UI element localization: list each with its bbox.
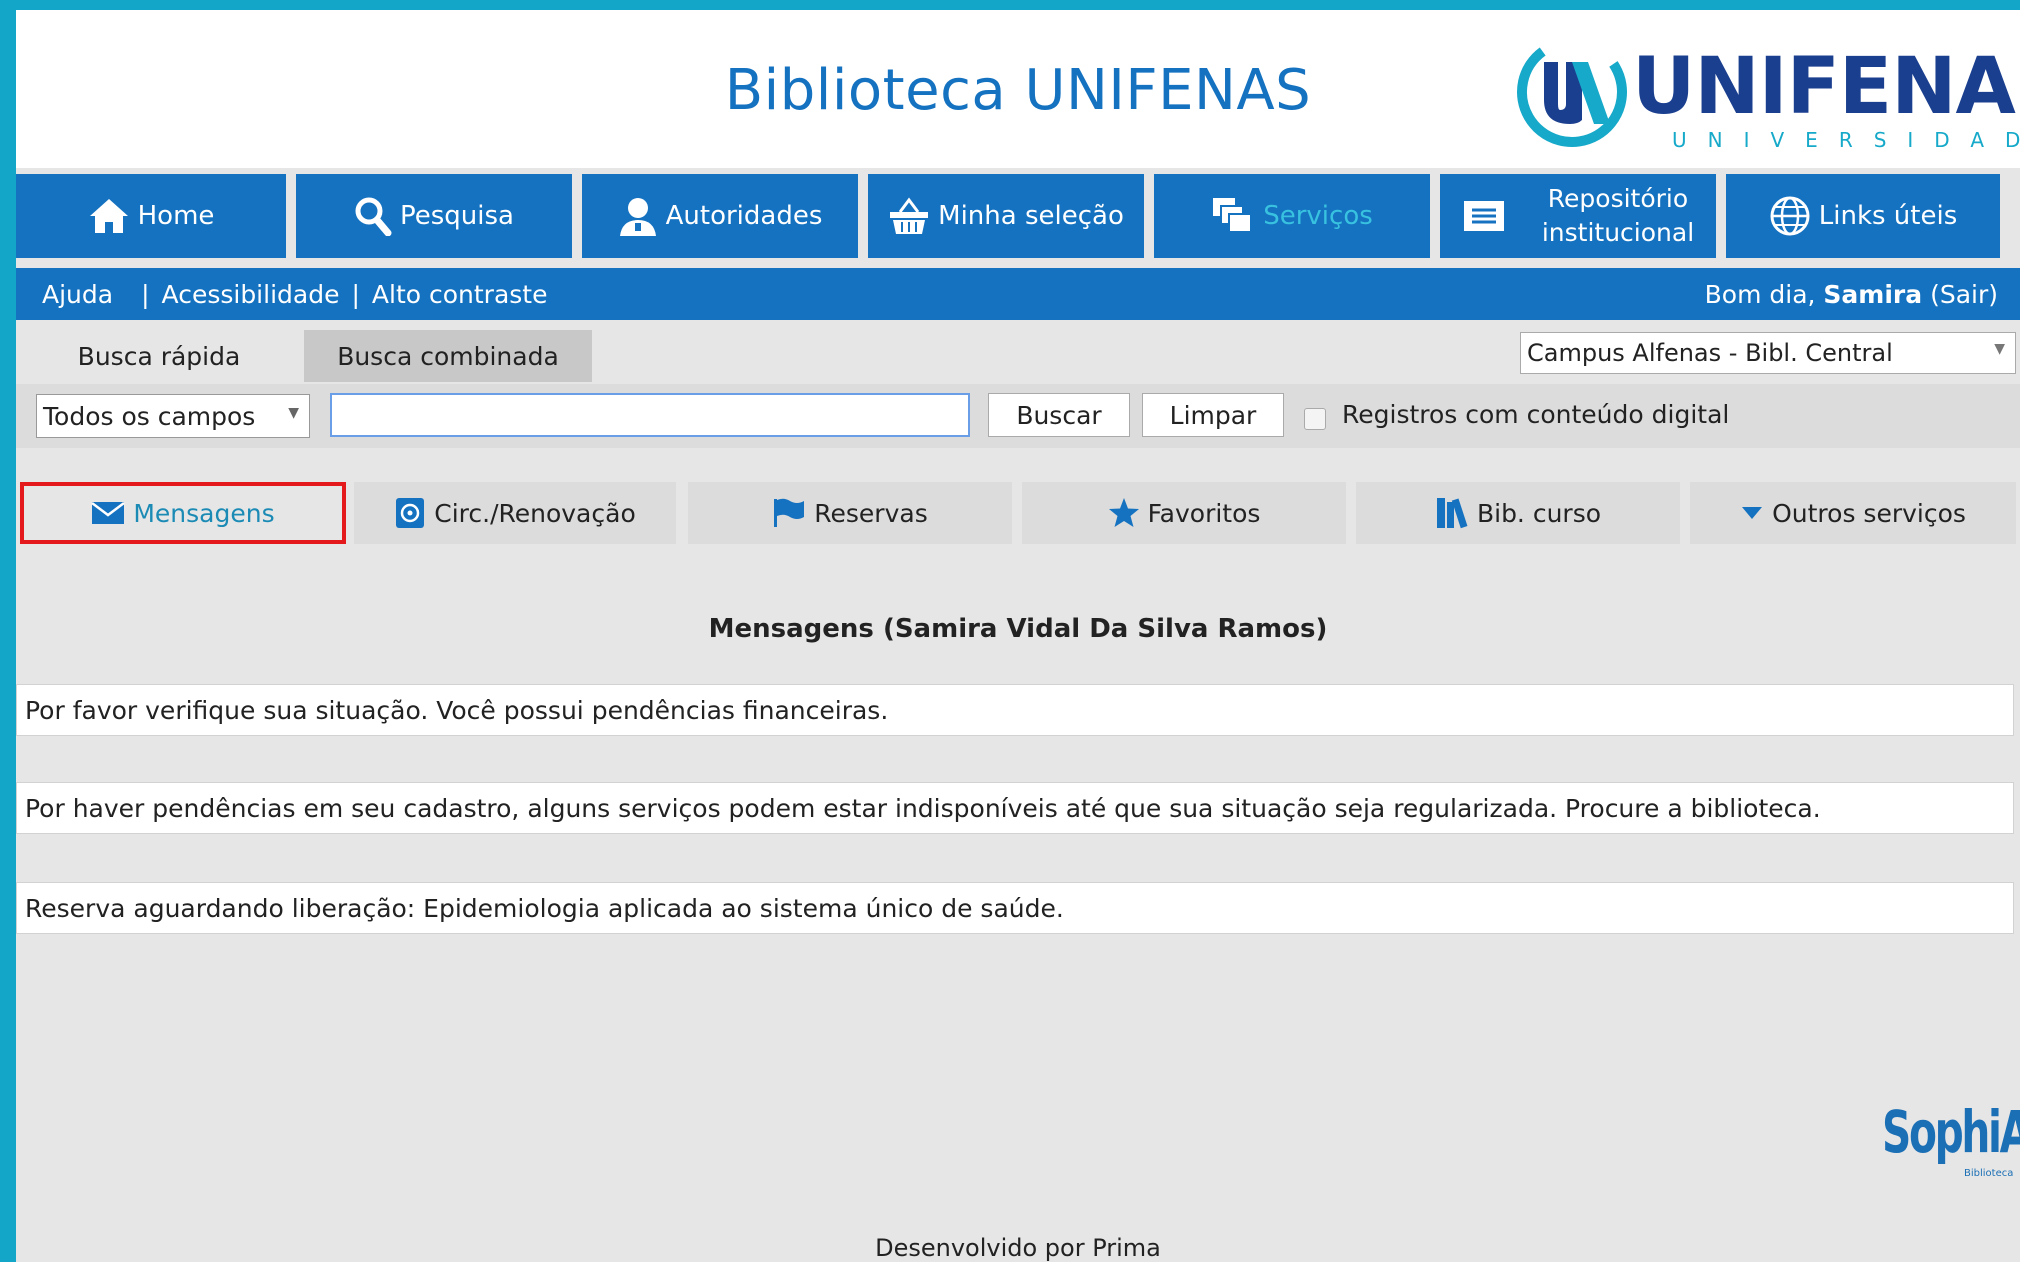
- basket-icon: [890, 197, 929, 234]
- nav-my-selection-label: Minha seleção: [938, 201, 1124, 231]
- nav-useful-links[interactable]: Links úteis: [1726, 174, 2000, 258]
- tab-quick-search[interactable]: Busca rápida: [34, 330, 284, 382]
- circulation-icon: [396, 498, 425, 528]
- sophia-logo-subtitle: Biblioteca: [1964, 1168, 2014, 1179]
- main-nav: Home Pesquisa Autoridades Minha seleção: [16, 174, 2020, 258]
- messages-title: Mensagens (Samira Vidal Da Silva Ramos): [708, 614, 1328, 644]
- service-reservations-label: Reservas: [814, 498, 928, 528]
- unifenas-logo[interactable]: UNIFENAS UNIVERSIDADE: [1512, 28, 2020, 158]
- nav-search[interactable]: Pesquisa: [296, 174, 572, 258]
- search-button[interactable]: Buscar: [988, 393, 1130, 437]
- logo-wordmark: UNIFENAS: [1632, 42, 2020, 132]
- star-icon: [1108, 498, 1139, 527]
- separator: |: [141, 279, 150, 309]
- logo-emblem-icon: [1517, 36, 1627, 147]
- home-icon: [89, 199, 128, 233]
- service-messages-label: Mensagens: [133, 498, 275, 528]
- user-greeting: Bom dia, Samira (Sair): [1705, 280, 1998, 309]
- clear-button[interactable]: Limpar: [1142, 393, 1284, 437]
- service-circulation[interactable]: Circ./Renovação: [354, 482, 676, 544]
- digital-content-checkbox[interactable]: [1304, 408, 1326, 430]
- service-circulation-label: Circ./Renovação: [434, 498, 636, 528]
- nav-home[interactable]: Home: [16, 174, 286, 258]
- campus-select-value: Campus Alfenas - Bibl. Central: [1527, 339, 1893, 367]
- nav-services[interactable]: Serviços: [1154, 174, 1430, 258]
- high-contrast-link[interactable]: Alto contraste: [372, 280, 548, 309]
- search-input[interactable]: [330, 393, 970, 437]
- service-other-label: Outros serviços: [1772, 498, 1966, 528]
- nav-repository-label: Repositório institucional: [1542, 182, 1694, 250]
- greeting-prefix: Bom dia,: [1704, 279, 1816, 309]
- chevron-down-icon: ▼: [1994, 341, 2005, 357]
- nav-repository-label-line1: Repositório: [1547, 184, 1689, 213]
- page-header: Biblioteca UNIFENAS UNIFENAS UNIVERSIDAD…: [16, 10, 2020, 168]
- books-icon: [1436, 498, 1468, 529]
- service-course-library[interactable]: Bib. curso: [1356, 482, 1680, 544]
- nav-home-label: Home: [137, 201, 215, 231]
- person-icon: [619, 198, 656, 236]
- campus-select[interactable]: Campus Alfenas - Bibl. Central ▼: [1520, 332, 2016, 374]
- nav-repository-label-line2: institucional: [1541, 218, 1695, 247]
- service-reservations[interactable]: Reservas: [688, 482, 1012, 544]
- logo-subtitle: UNIVERSIDADE: [1672, 128, 2020, 152]
- accessibility-link[interactable]: Acessibilidade: [162, 280, 340, 309]
- sub-nav-links: Ajuda | Acessibilidade | Alto contraste: [42, 280, 548, 309]
- search-icon: [355, 197, 392, 236]
- digital-content-label: Registros com conteúdo digital: [1342, 400, 1730, 429]
- nav-services-label: Serviços: [1263, 201, 1373, 231]
- message-item: Por favor verifique sua situação. Você p…: [16, 684, 2014, 736]
- flag-icon: [774, 498, 805, 527]
- sophia-logo[interactable]: SophiA: [1882, 1098, 2020, 1166]
- nav-authorities[interactable]: Autoridades: [582, 174, 858, 258]
- caret-down-icon: [1742, 507, 1763, 519]
- globe-icon: [1770, 196, 1810, 236]
- service-messages[interactable]: Mensagens: [20, 482, 346, 544]
- services-icon: [1213, 198, 1253, 233]
- nav-repository[interactable]: Repositório institucional: [1440, 174, 1716, 258]
- chevron-down-icon: ▼: [288, 405, 299, 421]
- sub-nav: Ajuda | Acessibilidade | Alto contraste …: [16, 268, 2020, 320]
- envelope-icon: [91, 502, 126, 524]
- service-favorites-label: Favoritos: [1147, 498, 1261, 528]
- search-field-value: Todos os campos: [43, 401, 256, 431]
- logout-link[interactable]: (Sair): [1930, 280, 1998, 309]
- tab-combined-search[interactable]: Busca combinada: [304, 330, 592, 382]
- user-name: Samira: [1823, 279, 1923, 309]
- nav-search-label: Pesquisa: [400, 201, 514, 231]
- repository-icon: [1463, 201, 1504, 231]
- service-course-library-label: Bib. curso: [1476, 498, 1602, 528]
- message-item: Por haver pendências em seu cadastro, al…: [16, 782, 2014, 834]
- service-other[interactable]: Outros serviços: [1690, 482, 2016, 544]
- footer-credit: Desenvolvido por Prima: [875, 1234, 1161, 1262]
- nav-useful-links-label: Links úteis: [1818, 201, 1958, 231]
- help-link[interactable]: Ajuda: [42, 280, 113, 309]
- nav-my-selection[interactable]: Minha seleção: [868, 174, 1144, 258]
- search-field-select[interactable]: Todos os campos ▼: [36, 394, 310, 438]
- message-item: Reserva aguardando liberação: Epidemiolo…: [16, 882, 2014, 934]
- separator: |: [351, 279, 360, 309]
- service-favorites[interactable]: Favoritos: [1022, 482, 1346, 544]
- nav-authorities-label: Autoridades: [665, 201, 823, 231]
